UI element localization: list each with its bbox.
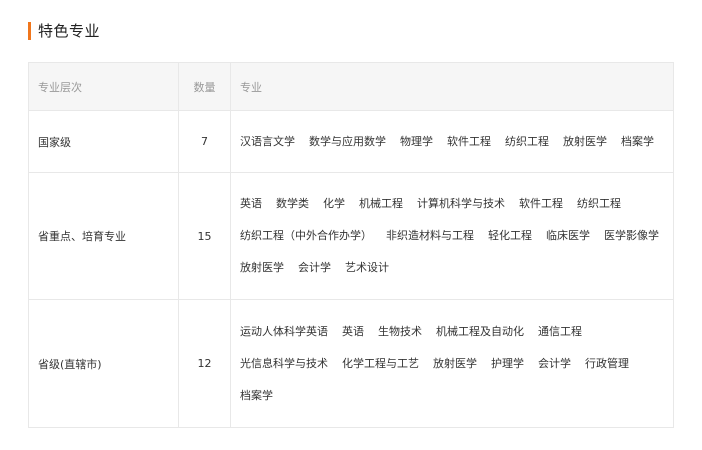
majors-line: 光信息科学与技术 化学工程与工艺 放射医学 护理学 会计学 行政管理 bbox=[240, 348, 673, 380]
major-item: 软件工程 bbox=[519, 197, 563, 210]
majors-line: 档案学 bbox=[240, 380, 673, 412]
majors-line: 纺织工程（中外合作办学） 非织造材料与工程 轻化工程 临床医学 医学影像学 bbox=[240, 220, 673, 252]
level-cell: 省级(直辖市) bbox=[28, 299, 179, 428]
majors-line: 运动人体科学英语 英语 生物技术 机械工程及自动化 通信工程 bbox=[240, 316, 673, 348]
major-item: 纺织工程 bbox=[505, 134, 549, 148]
majors-table: 专业层次 数量 专业 国家级 7 汉语言文学 数学与应用数学 物理学 软件工程 纺织工程 放射… bbox=[28, 62, 674, 428]
majors-cell: 汉语言文学 数学与应用数学 物理学 软件工程 纺织工程 放射医学 档案学 bbox=[230, 110, 674, 173]
major-item: 轻化工程 bbox=[488, 229, 532, 242]
accent-bar bbox=[28, 21, 31, 40]
major-item: 运动人体科学英语 bbox=[240, 324, 328, 338]
header-level: 专业层次 bbox=[28, 62, 179, 111]
major-item: 英语 bbox=[240, 197, 262, 210]
major-item: 护理学 bbox=[491, 356, 524, 370]
major-item: 纺织工程（中外合作办学） bbox=[240, 229, 372, 242]
major-item: 放射医学 bbox=[240, 261, 284, 274]
table-row: 国家级 7 汉语言文学 数学与应用数学 物理学 软件工程 纺织工程 放射医学 档案学 bbox=[28, 110, 674, 173]
count-cell: 12 bbox=[178, 299, 231, 428]
major-item: 临床医学 bbox=[546, 229, 590, 242]
header-count: 数量 bbox=[178, 62, 231, 111]
major-item: 医学影像学 bbox=[604, 229, 659, 242]
majors-cell: 英语 数学类 化学 机械工程 计算机科学与技术 软件工程 纺织工程纺织工程（中外合作办学） 非… bbox=[230, 172, 674, 300]
major-item: 会计学 bbox=[538, 356, 571, 370]
major-item: 档案学 bbox=[621, 134, 654, 148]
major-item: 汉语言文学 bbox=[240, 134, 295, 148]
table-header-row: 专业层次 数量 专业 bbox=[28, 62, 674, 111]
level-cell: 省重点、培育专业 bbox=[28, 172, 179, 300]
majors-line: 汉语言文学 数学与应用数学 物理学 软件工程 纺织工程 放射医学 档案学 bbox=[240, 126, 673, 158]
major-item: 软件工程 bbox=[447, 134, 491, 148]
major-item: 艺术设计 bbox=[345, 261, 389, 274]
major-item: 机械工程及自动化 bbox=[436, 324, 524, 338]
table-row: 省级(直辖市) 12 运动人体科学英语 英语 生物技术 机械工程及自动化 通信工程 光信息科学… bbox=[28, 299, 674, 428]
section-header: 特色专业 bbox=[28, 20, 100, 41]
major-item: 数学与应用数学 bbox=[309, 134, 386, 148]
section-title: 特色专业 bbox=[38, 22, 101, 40]
header-majors: 专业 bbox=[230, 62, 674, 111]
majors-cell: 运动人体科学英语 英语 生物技术 机械工程及自动化 通信工程 光信息科学与技术 化学工程与工… bbox=[230, 299, 674, 428]
major-item: 数学类 bbox=[276, 197, 309, 210]
major-item: 档案学 bbox=[240, 388, 273, 402]
major-item: 行政管理 bbox=[585, 356, 629, 370]
count-cell: 15 bbox=[178, 172, 231, 300]
major-item: 机械工程 bbox=[359, 197, 403, 210]
majors-line: 放射医学 会计学 艺术设计 bbox=[240, 252, 673, 284]
major-item: 英语 bbox=[342, 324, 364, 338]
major-item: 生物技术 bbox=[378, 324, 422, 338]
major-item: 放射医学 bbox=[563, 134, 607, 148]
major-item: 会计学 bbox=[298, 261, 331, 274]
major-item: 计算机科学与技术 bbox=[417, 197, 505, 210]
level-cell: 国家级 bbox=[28, 110, 179, 173]
major-item: 化学 bbox=[323, 197, 345, 210]
major-item: 光信息科学与技术 bbox=[240, 356, 328, 370]
count-cell: 7 bbox=[178, 110, 231, 173]
major-item: 化学工程与工艺 bbox=[342, 356, 419, 370]
major-item: 放射医学 bbox=[433, 356, 477, 370]
table-row: 省重点、培育专业 15 英语 数学类 化学 机械工程 计算机科学与技术 软件工程 纺织工程纺织工… bbox=[28, 172, 674, 300]
major-item: 通信工程 bbox=[538, 324, 582, 338]
majors-line: 英语 数学类 化学 机械工程 计算机科学与技术 软件工程 纺织工程 bbox=[240, 188, 673, 220]
major-item: 纺织工程 bbox=[577, 197, 621, 210]
major-item: 物理学 bbox=[400, 134, 433, 148]
major-item: 非织造材料与工程 bbox=[386, 229, 474, 242]
